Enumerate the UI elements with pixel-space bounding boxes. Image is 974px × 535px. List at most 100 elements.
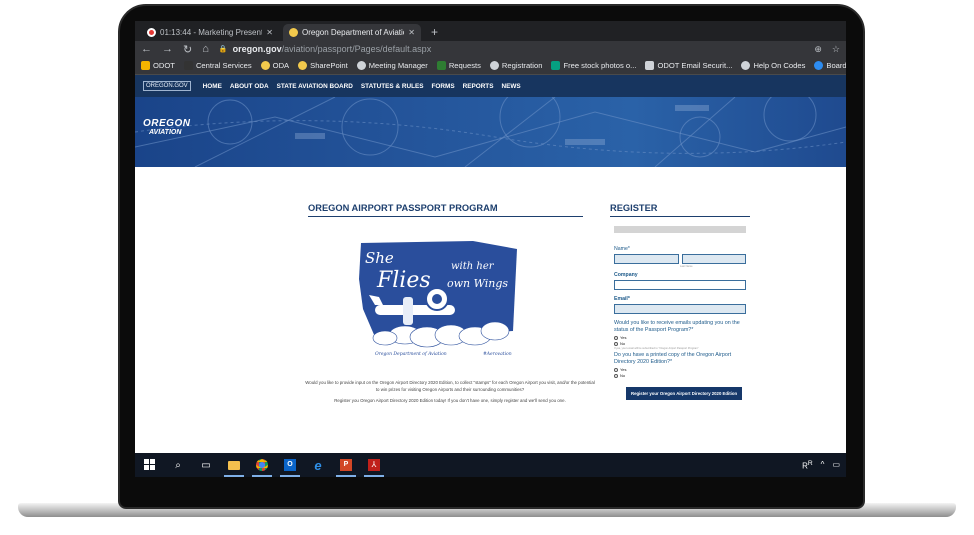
first-name-input[interactable] (614, 254, 679, 264)
tab-title: Oregon Department of Aviation (302, 28, 405, 37)
file-explorer-icon[interactable] (224, 458, 244, 477)
email-updates-question: Would you like to receive emails updatin… (614, 320, 740, 333)
url-field[interactable]: 🔒 oregon.gov/aviation/passport/Pages/def… (219, 44, 805, 54)
chrome-icon[interactable] (252, 458, 272, 477)
checkbox-icon (645, 61, 655, 70)
name-label: Name* (614, 246, 630, 252)
register-title: REGISTER (610, 203, 750, 217)
bookmark-requests[interactable]: Requests (436, 61, 481, 70)
oregon-seal-icon (298, 61, 308, 70)
forward-icon[interactable]: → (162, 43, 173, 55)
register-paragraph: Register you Oregon Airport Directory 20… (334, 398, 566, 403)
company-input[interactable] (614, 280, 746, 290)
zoom-icon[interactable]: ⊕ (814, 44, 822, 55)
url-domain: oregon.gov (232, 44, 282, 54)
browser-tabstrip: 01:13:44 - Marketing Presentatio ✕ Orego… (135, 21, 846, 41)
register-submit-button[interactable]: Register your Oregon Airport Directory 2… (626, 387, 743, 400)
bookmark-star-icon[interactable]: ☆ (832, 44, 840, 55)
internet-explorer-icon[interactable]: e (311, 458, 325, 473)
aviation-map-banner: OREGON AVIATION (135, 97, 846, 167)
she-flies-oregon-artwork: She Flies with her own Wings Oregon Depa… (359, 241, 517, 357)
page-content: OREGON AIRPORT PASSPORT PROGRAM REGISTER… (135, 167, 846, 431)
email-updates-no[interactable]: No (614, 341, 746, 346)
last-name-hint: Last Name (680, 265, 693, 268)
art-caption-right: #Aerovation (483, 351, 512, 357)
requests-icon (436, 61, 446, 70)
network-icon[interactable]: ▭ (832, 460, 840, 471)
globe-icon (489, 61, 499, 70)
person-icon (814, 61, 824, 70)
bookmark-central-services[interactable]: Central Services (183, 61, 252, 70)
bookmark-board-secretary[interactable]: Board Secreta (814, 61, 846, 70)
last-name-input[interactable] (681, 254, 746, 264)
lock-icon: 🔒 (218, 46, 228, 53)
printed-copy-yes[interactable]: Yes (614, 367, 746, 372)
search-icon[interactable]: ⌕ (171, 458, 185, 472)
bookmarks-bar: ODOT Central Services ODA SharePoint Mee… (135, 57, 846, 75)
task-view-icon[interactable]: ▭ (199, 458, 213, 472)
bookmark-odot-email-security[interactable]: ODOT Email Securit... (645, 61, 732, 70)
email-label: Email* (614, 296, 630, 302)
url-path: /aviation/passport/Pages/default.aspx (281, 44, 432, 54)
close-tab-icon[interactable]: ✕ (266, 28, 273, 37)
aeronautical-chart-pattern (135, 97, 846, 167)
tab-title: 01:13:44 - Marketing Presentatio (160, 28, 262, 37)
oregon-aviation-logo[interactable]: OREGON AVIATION (143, 119, 190, 137)
bookmark-meeting-manager[interactable]: Meeting Manager (356, 61, 428, 70)
address-bar-row: ← → ↻ ⌂ 🔒 oregon.gov/aviation/passport/P… (135, 41, 846, 57)
radio-icon[interactable] (614, 367, 618, 372)
tab-marketing-presentation[interactable]: 01:13:44 - Marketing Presentatio ✕ (141, 24, 279, 41)
radio-icon[interactable] (614, 373, 618, 378)
bookmark-sharepoint[interactable]: SharePoint (298, 61, 348, 70)
printed-copy-question: Do you have a printed copy of the Oregon… (614, 352, 732, 365)
windows-taskbar: ⌕ ▭ O e P ⅄ RR ^ ▭ (135, 453, 846, 477)
system-tray: RR ^ ▭ (802, 460, 840, 471)
bookmark-oda[interactable]: ODA (260, 61, 289, 70)
printed-copy-no[interactable]: No (614, 373, 746, 378)
globe-icon (741, 61, 751, 70)
bookmark-free-stock-photos[interactable]: Free stock photos o... (551, 61, 636, 70)
oregon-seal-icon (289, 28, 298, 37)
form-status-bar (614, 226, 746, 233)
site-top-nav: OREGON.GOV HOME ABOUT ODA STATE AVIATION… (135, 75, 846, 97)
nav-about-oda[interactable]: ABOUT ODA (230, 83, 269, 90)
screen: 01:13:44 - Marketing Presentatio ✕ Orego… (135, 21, 846, 477)
art-script-with-her: with her (451, 261, 495, 272)
close-tab-icon[interactable]: ✕ (408, 28, 415, 37)
nav-state-aviation-board[interactable]: STATE AVIATION BOARD (277, 83, 353, 90)
folder-icon (141, 61, 150, 70)
tray-chevron-icon[interactable]: ^ (821, 460, 825, 471)
nav-reports[interactable]: REPORTS (463, 83, 494, 90)
oregon-seal-icon (260, 61, 270, 70)
bookmark-registration[interactable]: Registration (489, 61, 542, 70)
tab-oregon-aviation[interactable]: Oregon Department of Aviation ✕ (283, 24, 421, 41)
windows-start-icon[interactable] (143, 458, 157, 472)
art-script-flies: Flies (376, 268, 431, 293)
outlook-icon[interactable]: O (280, 458, 300, 477)
intro-copy: Would you like to provide input on the O… (305, 380, 595, 410)
nav-forms[interactable]: FORMS (432, 83, 455, 90)
nav-news[interactable]: NEWS (501, 83, 520, 90)
radio-icon[interactable] (614, 341, 618, 346)
oregon-gov-logo[interactable]: OREGON.GOV (143, 81, 191, 91)
page-title: OREGON AIRPORT PASSPORT PROGRAM (308, 203, 583, 217)
art-script-own-wings: own Wings (447, 277, 508, 290)
nav-home[interactable]: HOME (203, 83, 222, 90)
acrobat-icon[interactable]: ⅄ (364, 458, 384, 477)
record-icon (147, 28, 156, 37)
nav-statutes-rules[interactable]: STATUTES & RULES (361, 83, 424, 90)
email-input[interactable] (614, 304, 746, 314)
bookmark-odot[interactable]: ODOT (141, 61, 175, 70)
reload-icon[interactable]: ↻ (183, 43, 192, 56)
radio-icon[interactable] (614, 335, 618, 340)
globe-icon (356, 61, 366, 70)
back-icon[interactable]: ← (141, 43, 152, 55)
people-icon[interactable]: RR (802, 460, 813, 471)
intro-paragraph: Would you like to provide input on the O… (305, 380, 595, 392)
powerpoint-icon[interactable]: P (336, 458, 356, 477)
bookmark-help-on-codes[interactable]: Help On Codes (741, 61, 805, 70)
home-icon[interactable]: ⌂ (202, 43, 209, 55)
email-updates-yes[interactable]: Yes (614, 335, 746, 340)
company-label: Company (614, 272, 638, 278)
new-tab-icon[interactable]: + (425, 25, 444, 41)
